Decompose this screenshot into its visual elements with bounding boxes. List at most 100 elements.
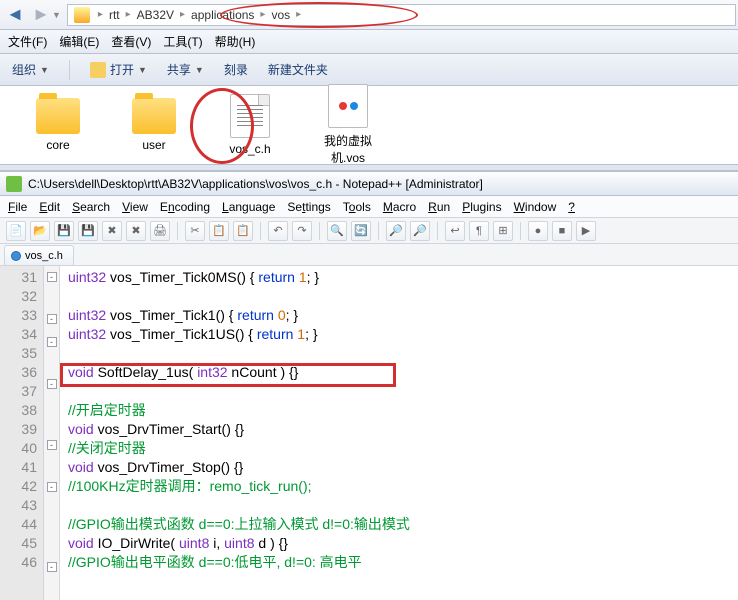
open-button[interactable]: 打开 ▼ bbox=[90, 61, 147, 78]
play-macro-button[interactable]: ▶ bbox=[576, 221, 596, 241]
fold-toggle[interactable]: - bbox=[47, 337, 57, 347]
wrap-button[interactable]: ↩ bbox=[445, 221, 465, 241]
copy-button[interactable]: 📋 bbox=[209, 221, 229, 241]
file-item-vos[interactable]: 我的虚拟机.vos bbox=[318, 84, 378, 166]
npp-menu-view[interactable]: View bbox=[122, 200, 148, 214]
npp-menu-settings[interactable]: Settings bbox=[287, 200, 330, 214]
menu-edit[interactable]: 编辑(E) bbox=[59, 33, 99, 50]
history-dropdown[interactable]: ▼ bbox=[52, 10, 61, 20]
line-number: 41 bbox=[0, 458, 37, 477]
forward-button[interactable]: ► bbox=[28, 3, 54, 27]
paste-button[interactable]: 📋 bbox=[233, 221, 253, 241]
menu-file[interactable]: 文件(F) bbox=[8, 33, 47, 50]
zoom-out-button[interactable]: 🔎 bbox=[410, 221, 430, 241]
fold-toggle[interactable]: - bbox=[47, 440, 57, 450]
npp-menu-window[interactable]: Window bbox=[514, 200, 557, 214]
menu-help[interactable]: 帮助(H) bbox=[215, 33, 256, 50]
fold-toggle[interactable]: - bbox=[47, 272, 57, 282]
close-all-button[interactable]: ✖ bbox=[126, 221, 146, 241]
vos-file-icon bbox=[328, 84, 368, 128]
code-line[interactable]: void SoftDelay_1us( int32 nCount ) {} bbox=[68, 363, 738, 382]
breadcrumb[interactable]: ▸ rtt ▸ AB32V ▸ applications ▸ vos ▸ bbox=[67, 4, 736, 26]
npp-menu-file[interactable]: File bbox=[8, 200, 27, 214]
file-item-vos-c-h[interactable]: vos_c.h bbox=[222, 94, 278, 156]
fold-toggle[interactable]: - bbox=[47, 482, 57, 492]
back-button[interactable]: ◄ bbox=[2, 3, 28, 27]
code-line[interactable]: void IO_DirWrite( uint8 i, uint8 d ) {} bbox=[68, 534, 738, 553]
code-line[interactable]: uint32 vos_Timer_Tick0MS() { return 1; } bbox=[68, 268, 738, 287]
npp-menu-encoding[interactable]: Encoding bbox=[160, 200, 210, 214]
close-button[interactable]: ✖ bbox=[102, 221, 122, 241]
stop-macro-button[interactable]: ■ bbox=[552, 221, 572, 241]
code-editor[interactable]: 31323334353637383940414243444546 -------… bbox=[0, 266, 738, 600]
back-icon: ◄ bbox=[6, 4, 24, 25]
menu-tools[interactable]: 工具(T) bbox=[163, 33, 202, 50]
fold-column: - - - - - - - bbox=[44, 266, 60, 600]
code-line[interactable]: //开启定时器 bbox=[68, 401, 738, 420]
file-item-core[interactable]: core bbox=[30, 98, 86, 152]
find-button[interactable]: 🔍 bbox=[327, 221, 347, 241]
chevron-right-icon: ▸ bbox=[296, 9, 301, 20]
code-line[interactable] bbox=[68, 287, 738, 306]
chevron-right-icon: ▸ bbox=[180, 9, 185, 20]
line-number: 33 bbox=[0, 306, 37, 325]
chevron-down-icon: ▼ bbox=[195, 65, 204, 75]
new-file-button[interactable]: 📄 bbox=[6, 221, 26, 241]
replace-button[interactable]: 🔄 bbox=[351, 221, 371, 241]
npp-menu-help[interactable]: ? bbox=[568, 200, 575, 214]
cut-button[interactable]: ✂ bbox=[185, 221, 205, 241]
new-folder-button[interactable]: 新建文件夹 bbox=[268, 61, 328, 78]
burn-button[interactable]: 刻录 bbox=[224, 61, 248, 78]
file-item-user[interactable]: user bbox=[126, 98, 182, 152]
line-number: 44 bbox=[0, 515, 37, 534]
breadcrumb-item[interactable]: vos bbox=[269, 8, 292, 22]
code-line[interactable] bbox=[68, 382, 738, 401]
line-number: 36 bbox=[0, 363, 37, 382]
save-button[interactable]: 💾 bbox=[54, 221, 74, 241]
dot-icon bbox=[350, 102, 358, 110]
code-line[interactable]: uint32 vos_Timer_Tick1() { return 0; } bbox=[68, 306, 738, 325]
code-line[interactable]: void vos_DrvTimer_Stop() {} bbox=[68, 458, 738, 477]
zoom-in-button[interactable]: 🔎 bbox=[386, 221, 406, 241]
fold-toggle[interactable]: - bbox=[47, 379, 57, 389]
code-line[interactable]: void vos_DrvTimer_Start() {} bbox=[68, 420, 738, 439]
dot-icon bbox=[339, 102, 347, 110]
notepadpp-window: C:\Users\dell\Desktop\rtt\AB32V\applicat… bbox=[0, 171, 738, 600]
code-line[interactable]: //GPIO输出模式函数 d==0:上拉输入模式 d!=0:输出模式 bbox=[68, 515, 738, 534]
show-chars-button[interactable]: ¶ bbox=[469, 221, 489, 241]
npp-tab[interactable]: vos_c.h bbox=[4, 245, 74, 265]
indent-guide-button[interactable]: ⊞ bbox=[493, 221, 513, 241]
fold-toggle[interactable]: - bbox=[47, 562, 57, 572]
code-line[interactable]: //GPIO输出电平函数 d==0:低电平, d!=0: 高电平 bbox=[68, 553, 738, 572]
save-all-button[interactable]: 💾 bbox=[78, 221, 98, 241]
menu-view[interactable]: 查看(V) bbox=[111, 33, 151, 50]
new-folder-label: 新建文件夹 bbox=[268, 61, 328, 78]
code-line[interactable]: //关闭定时器 bbox=[68, 439, 738, 458]
npp-menu-language[interactable]: Language bbox=[222, 200, 275, 214]
print-button[interactable]: 🖨 bbox=[150, 221, 170, 241]
fold-toggle[interactable]: - bbox=[47, 314, 57, 324]
npp-menu-search[interactable]: Search bbox=[72, 200, 110, 214]
code-line[interactable] bbox=[68, 496, 738, 515]
breadcrumb-item[interactable]: applications bbox=[189, 8, 256, 22]
toolbar-separator bbox=[260, 222, 261, 240]
npp-menu-plugins[interactable]: Plugins bbox=[462, 200, 501, 214]
code-line[interactable]: uint32 vos_Timer_Tick1US() { return 1; } bbox=[68, 325, 738, 344]
chevron-right-icon: ▸ bbox=[98, 9, 103, 20]
open-file-button[interactable]: 📂 bbox=[30, 221, 50, 241]
npp-menu-tools[interactable]: Tools bbox=[343, 200, 371, 214]
npp-menu-macro[interactable]: Macro bbox=[383, 200, 416, 214]
record-macro-button[interactable]: ● bbox=[528, 221, 548, 241]
code-line[interactable] bbox=[68, 344, 738, 363]
share-button[interactable]: 共享 ▼ bbox=[167, 61, 204, 78]
redo-button[interactable]: ↷ bbox=[292, 221, 312, 241]
breadcrumb-item[interactable]: AB32V bbox=[135, 8, 176, 22]
organize-button[interactable]: 组织 ▼ bbox=[12, 61, 49, 78]
line-number: 35 bbox=[0, 344, 37, 363]
npp-menu-run[interactable]: Run bbox=[428, 200, 450, 214]
undo-button[interactable]: ↶ bbox=[268, 221, 288, 241]
breadcrumb-item[interactable]: rtt bbox=[107, 8, 122, 22]
npp-menu-edit[interactable]: Edit bbox=[39, 200, 60, 214]
code-line[interactable]: //100KHz定时器调用：remo_tick_run(); bbox=[68, 477, 738, 496]
code-area[interactable]: uint32 vos_Timer_Tick0MS() { return 1; }… bbox=[60, 266, 738, 600]
